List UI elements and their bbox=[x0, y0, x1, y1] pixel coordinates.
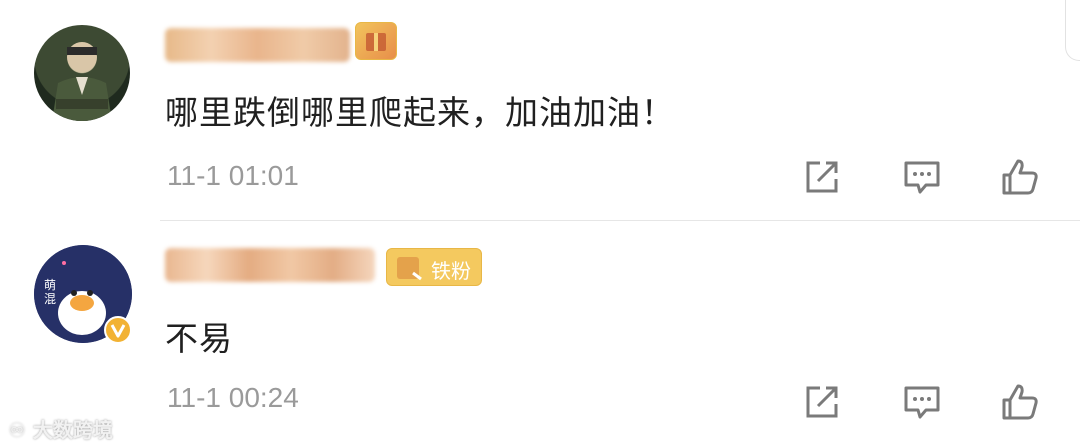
username-blurred[interactable] bbox=[165, 248, 375, 282]
like-button[interactable] bbox=[998, 155, 1042, 199]
thumbs-up-icon bbox=[1002, 384, 1038, 420]
comment-item[interactable]: 萌 混 铁粉 不易 11-1 00:24 bbox=[0, 224, 1080, 446]
share-button[interactable] bbox=[800, 155, 844, 199]
share-button[interactable] bbox=[800, 380, 844, 424]
watermark: ♾ 大数跨境 bbox=[8, 414, 113, 443]
comment-text: 哪里跌倒哪里爬起来，加油加油！ bbox=[165, 93, 675, 132]
svg-text:混: 混 bbox=[44, 292, 56, 306]
comment-time: 11-1 01:01 bbox=[167, 160, 299, 191]
thumbs-up-icon bbox=[1002, 159, 1038, 195]
verified-badge-icon bbox=[104, 316, 132, 344]
comment-text: 不易 bbox=[165, 319, 233, 358]
avatar-portrait-icon bbox=[52, 42, 112, 121]
divider bbox=[160, 220, 1080, 221]
share-icon bbox=[806, 161, 838, 193]
reply-button[interactable] bbox=[900, 155, 944, 199]
reply-button[interactable] bbox=[900, 380, 944, 424]
comment-reply-icon bbox=[904, 386, 940, 419]
fan-badge-label: 铁粉 bbox=[431, 259, 471, 283]
watermark-logo-icon: ♾ bbox=[8, 418, 26, 442]
member-badge bbox=[355, 22, 397, 60]
comment-reply-icon bbox=[904, 161, 940, 194]
fan-badge: 铁粉 bbox=[386, 248, 482, 286]
share-icon bbox=[806, 386, 838, 418]
svg-text:萌: 萌 bbox=[44, 278, 56, 292]
gift-badge-icon bbox=[366, 33, 386, 51]
comment-item[interactable]: 哪里跌倒哪里爬起来，加油加油！ 11-1 01:01 bbox=[0, 0, 1080, 222]
fan-level-icon bbox=[397, 257, 422, 281]
like-button[interactable] bbox=[998, 380, 1042, 424]
comment-time: 11-1 00:24 bbox=[167, 382, 299, 413]
avatar[interactable] bbox=[34, 25, 130, 121]
watermark-text: 大数跨境 bbox=[32, 418, 113, 442]
username-blurred[interactable] bbox=[165, 28, 350, 62]
